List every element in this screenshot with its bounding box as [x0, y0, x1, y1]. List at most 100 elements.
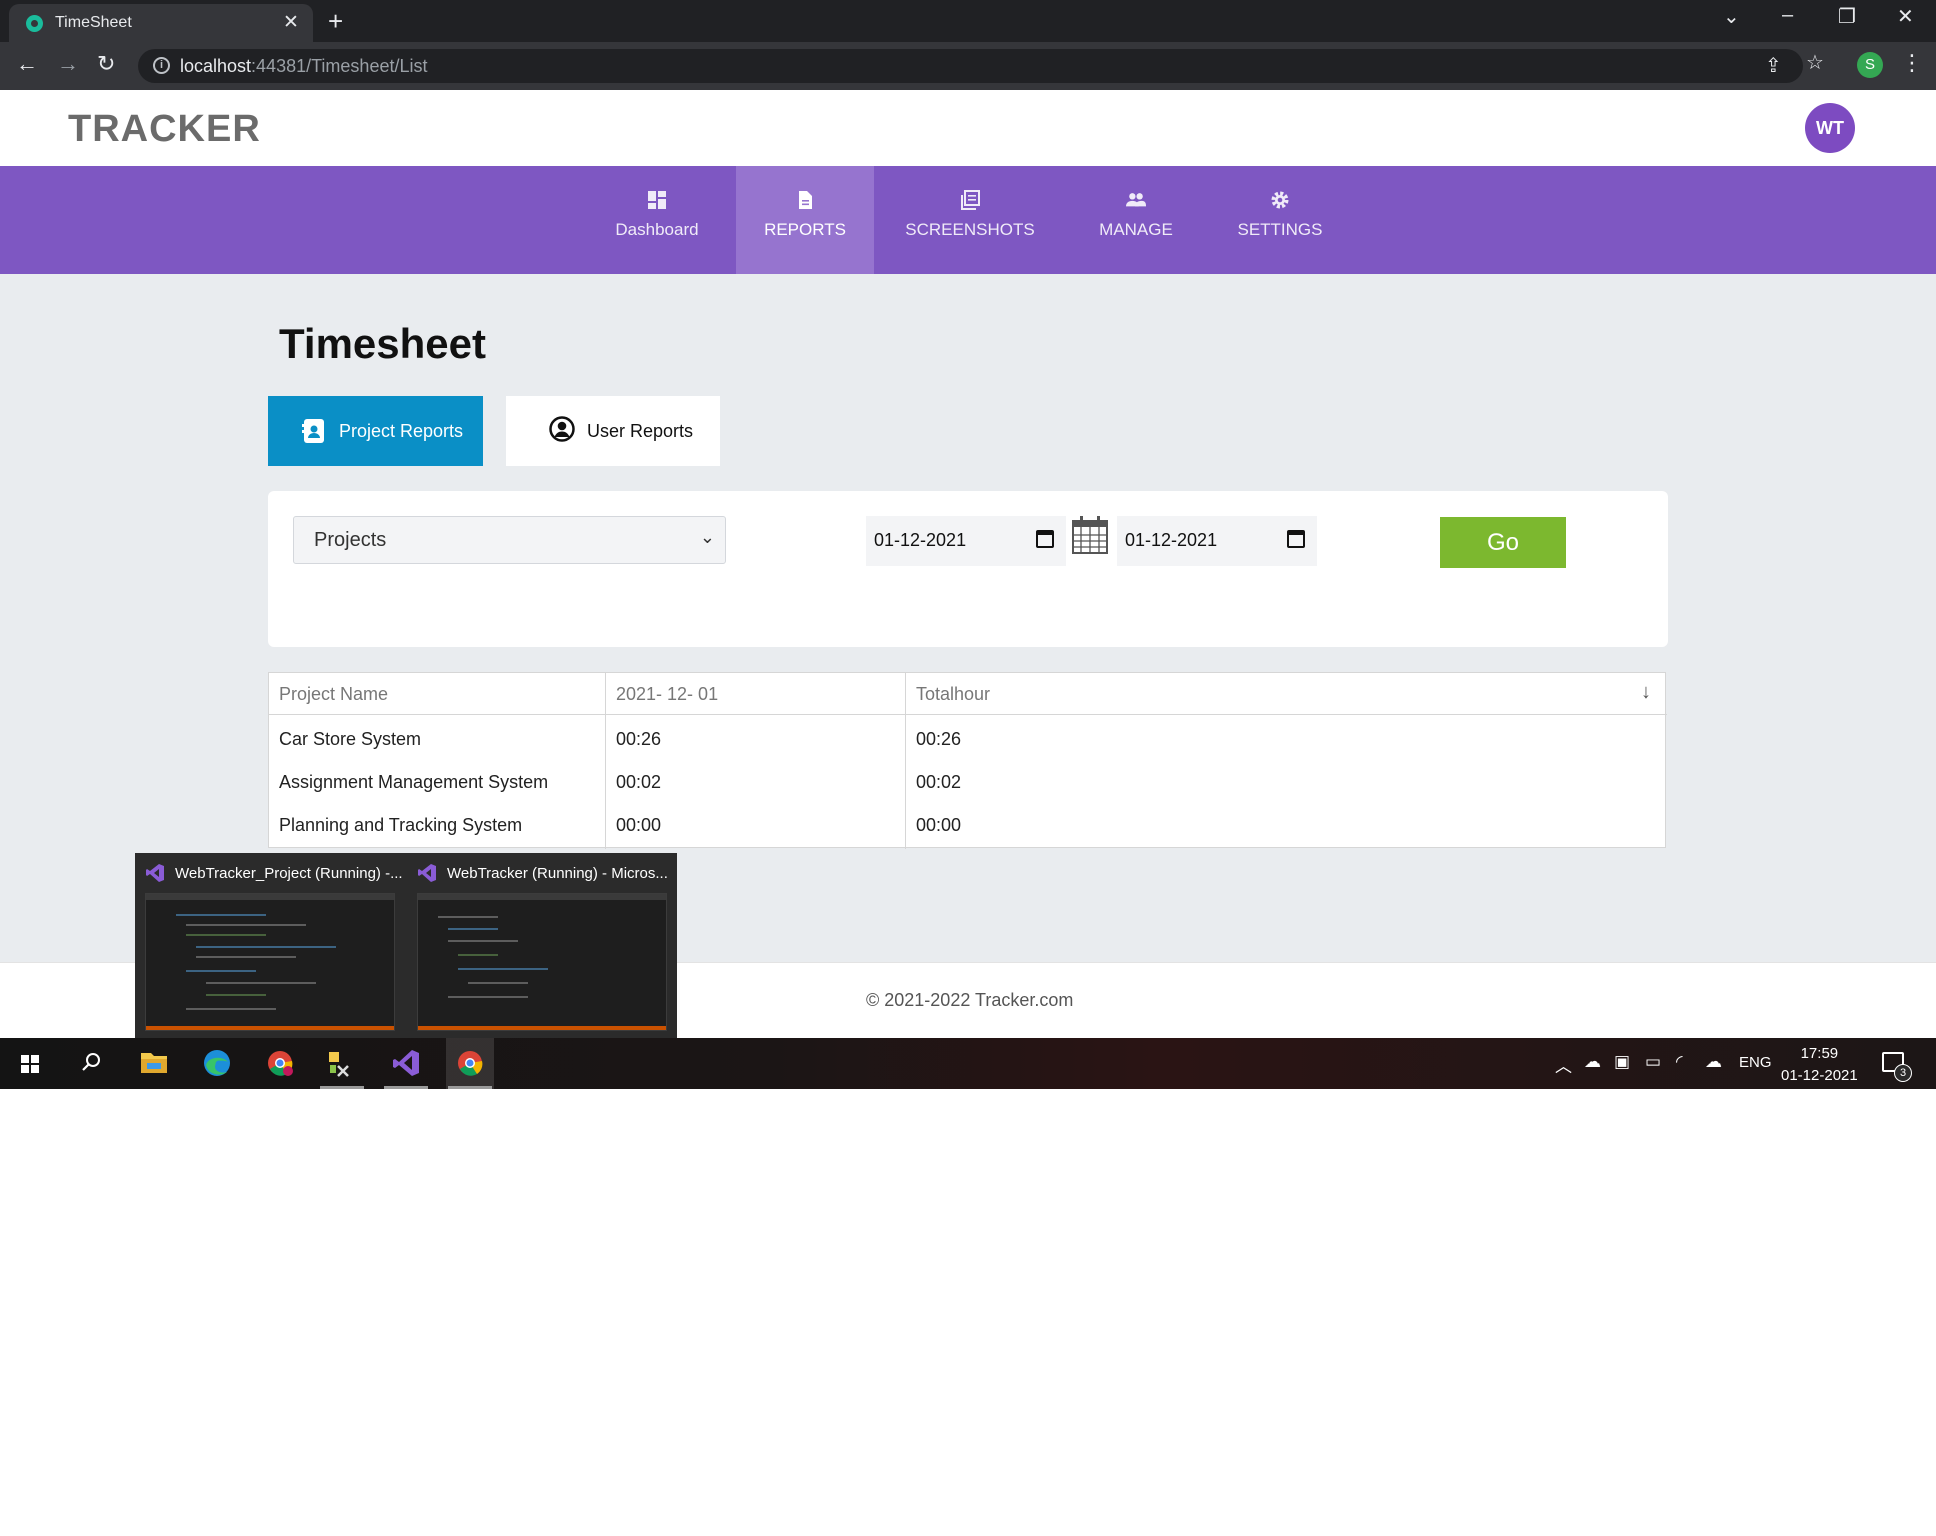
wifi-icon[interactable]: ◜: [1676, 1052, 1683, 1072]
tab-user-reports-label: User Reports: [587, 421, 694, 441]
profile-avatar[interactable]: S: [1857, 52, 1883, 78]
nav-label-settings: SETTINGS: [1237, 220, 1323, 239]
people-icon: [1126, 193, 1146, 207]
tools-icon: [329, 1052, 349, 1077]
preview-window-1[interactable]: WebTracker_Project (Running) -...: [135, 853, 405, 1038]
system-clock[interactable]: 17:59 01-12-2021: [1781, 1043, 1858, 1087]
nav-label-screenshots: SCREENSHOTS: [905, 220, 1035, 239]
calendar-grid-icon: [1072, 516, 1108, 554]
search-icon: [82, 1053, 100, 1071]
cell-date-hours: 00:02: [616, 772, 662, 792]
go-button[interactable]: Go: [1440, 517, 1566, 568]
chevron-down-icon: ⌄: [699, 527, 715, 547]
star-icon[interactable]: ☆: [1806, 50, 1824, 75]
info-icon[interactable]: i: [153, 57, 170, 74]
footer-copyright: © 2021-2022 Tracker.com: [866, 990, 1074, 1010]
header-totalhour[interactable]: Totalhour: [906, 673, 990, 715]
browser-tab-bar: TimeSheet ✕ + ⌄ – ❐ ✕: [0, 0, 1936, 42]
page-title: Timesheet: [279, 320, 486, 367]
chrome-icon: [268, 1051, 293, 1076]
new-tab-button[interactable]: +: [328, 6, 343, 37]
share-icon[interactable]: ⇪: [1765, 53, 1782, 78]
tab-project-reports-label: Project Reports: [339, 421, 464, 441]
back-arrow-icon[interactable]: ←: [16, 51, 38, 77]
header-project-name[interactable]: Project Name: [269, 673, 388, 715]
report-table: Project Name 2021- 12- 01 Totalhour ↓ Ca…: [268, 672, 1667, 849]
project-select[interactable]: Projects ⌄: [293, 516, 726, 564]
filter-panel: Projects ⌄ 01-12-2021 01-12-2021 Go: [268, 491, 1668, 647]
preview-window-2[interactable]: WebTracker (Running) - Micros...: [407, 853, 677, 1038]
onedrive-icon[interactable]: ☁: [1584, 1052, 1601, 1072]
forward-arrow-icon[interactable]: →: [57, 51, 79, 77]
browser-toolbar: ← → ↻ i localhost:44381/Timesheet/List ⇪…: [0, 42, 1936, 90]
calendar-icon[interactable]: [1036, 530, 1054, 548]
edge-button[interactable]: [193, 1038, 241, 1089]
start-date-value: 01-12-2021: [874, 530, 967, 550]
minimize-icon[interactable]: –: [1782, 4, 1793, 27]
start-button[interactable]: [6, 1038, 54, 1089]
sort-descending-icon[interactable]: ↓: [1641, 681, 1651, 704]
nav-manage[interactable]: MANAGE: [1086, 166, 1186, 274]
nav-label-dashboard: Dashboard: [615, 220, 699, 239]
url-path: :44381/Timesheet/List: [251, 56, 428, 76]
nav-dashboard[interactable]: Dashboard: [597, 166, 717, 274]
close-window-icon[interactable]: ✕: [1897, 4, 1914, 29]
cell-total-hours: 00:02: [916, 772, 962, 792]
preview-title: WebTracker (Running) - Micros...: [447, 865, 668, 882]
edge-icon: [204, 1050, 230, 1076]
project-select-value: Projects: [314, 529, 387, 551]
start-date-input[interactable]: 01-12-2021: [866, 516, 1066, 566]
build-tools-button[interactable]: [318, 1038, 366, 1089]
browser-tab[interactable]: TimeSheet ✕: [9, 4, 313, 42]
notification-count-badge: 3: [1894, 1064, 1912, 1082]
calendar-icon[interactable]: [1287, 530, 1305, 548]
cell-total-hours: 00:26: [916, 729, 962, 749]
chrome-button[interactable]: [446, 1038, 494, 1089]
battery-icon[interactable]: ▭: [1645, 1052, 1661, 1072]
nav-settings[interactable]: SETTINGS: [1230, 166, 1330, 274]
visual-studio-button[interactable]: [382, 1038, 430, 1089]
document-icon: [799, 191, 812, 209]
running-indicator: [448, 1086, 492, 1089]
chrome-icon: [458, 1051, 483, 1076]
preview-title: WebTracker_Project (Running) -...: [175, 865, 403, 882]
show-hidden-icons-icon[interactable]: ︿: [1555, 1052, 1572, 1077]
tab-close-icon[interactable]: ✕: [283, 11, 299, 34]
end-date-input[interactable]: 01-12-2021: [1117, 516, 1317, 566]
tab-search-icon[interactable]: ⌄: [1723, 4, 1740, 29]
nav-reports[interactable]: REPORTS: [736, 166, 874, 274]
file-explorer-button[interactable]: [130, 1038, 178, 1089]
header-date[interactable]: 2021- 12- 01: [606, 673, 718, 715]
window-thumbnail: [417, 893, 667, 1031]
nav-screenshots[interactable]: SCREENSHOTS: [896, 166, 1044, 274]
windows-logo-icon: [21, 1055, 39, 1073]
site-favicon-icon: [26, 15, 43, 32]
update-status-icon[interactable]: ▣: [1614, 1052, 1630, 1072]
site-logo[interactable]: TRACKER: [68, 108, 261, 151]
chrome-profile-button[interactable]: [256, 1038, 304, 1089]
tab-user-reports[interactable]: User Reports: [506, 396, 720, 466]
language-indicator[interactable]: ENG: [1739, 1054, 1772, 1071]
cell-date-hours: 00:00: [616, 815, 662, 835]
address-bar[interactable]: i localhost:44381/Timesheet/List ⇪: [138, 49, 1803, 83]
windows-taskbar: ︿ ☁ ▣ ▭ ◜ ☁ ENG 17:59 01-12-2021 3: [0, 1038, 1936, 1089]
cloud-upload-icon[interactable]: ☁: [1705, 1052, 1722, 1072]
end-date-value: 01-12-2021: [1125, 530, 1218, 550]
main-navigation: Dashboard REPORTS SCREENSHOTS MANAGE SET…: [0, 166, 1936, 274]
folder-icon: [141, 1053, 167, 1073]
restore-icon[interactable]: ❐: [1838, 4, 1856, 29]
site-header: TRACKER WT: [0, 90, 1936, 166]
running-indicator: [384, 1086, 428, 1089]
visual-studio-icon: [418, 864, 436, 882]
dashboard-icon: [648, 191, 666, 209]
tab-project-reports[interactable]: Project Reports: [268, 396, 483, 466]
window-thumbnail: [145, 893, 395, 1031]
visual-studio-icon: [146, 864, 164, 882]
kebab-menu-icon[interactable]: ⋮: [1901, 50, 1923, 76]
reload-icon[interactable]: ↻: [97, 51, 115, 77]
gallery-icon: [961, 190, 980, 210]
url-host: localhost: [180, 56, 252, 76]
search-button[interactable]: [66, 1038, 114, 1089]
user-avatar[interactable]: WT: [1805, 103, 1855, 153]
cell-project-name: Assignment Management System: [279, 772, 549, 792]
